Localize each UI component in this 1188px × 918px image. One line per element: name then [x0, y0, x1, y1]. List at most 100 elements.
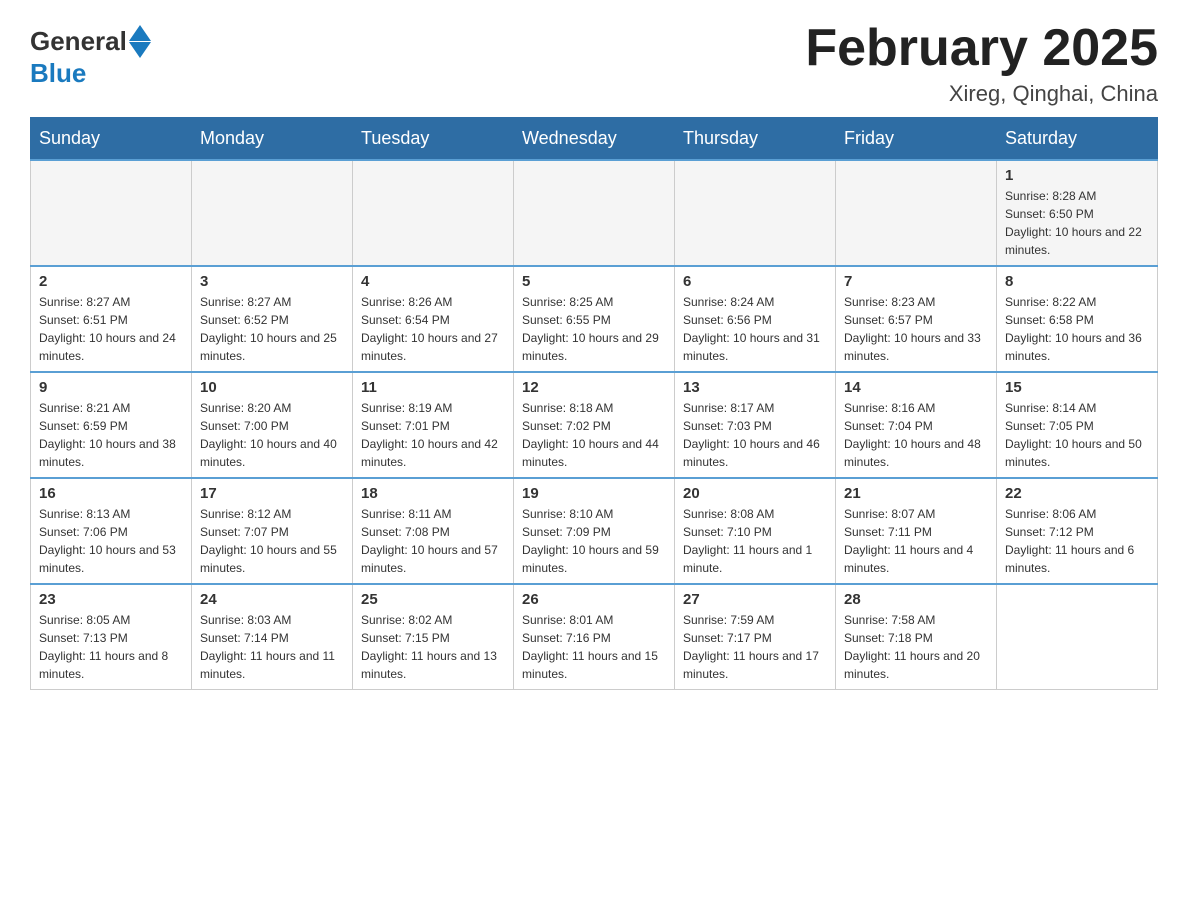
- calendar-cell: [514, 160, 675, 266]
- day-number: 25: [361, 591, 505, 608]
- calendar-cell: 23 Sunrise: 8:05 AMSunset: 7:13 PMDayligh…: [31, 584, 192, 690]
- day-info: Sunrise: 8:03 AMSunset: 7:14 PMDaylight:…: [200, 611, 344, 683]
- day-number: 1: [1005, 167, 1149, 184]
- day-number: 7: [844, 273, 988, 290]
- weekday-header-friday: Friday: [836, 118, 997, 161]
- calendar-cell: 14 Sunrise: 8:16 AMSunset: 7:04 PMDayligh…: [836, 372, 997, 478]
- calendar-cell: [836, 160, 997, 266]
- calendar-cell: [31, 160, 192, 266]
- day-number: 5: [522, 273, 666, 290]
- logo-general-text: General: [30, 26, 127, 57]
- day-info: Sunrise: 7:58 AMSunset: 7:18 PMDaylight:…: [844, 611, 988, 683]
- calendar-cell: 22Sunrise: 8:06 AMSunset: 7:12 PMDayligh…: [997, 478, 1158, 584]
- calendar-cell: 4 Sunrise: 8:26 AMSunset: 6:54 PMDaylight…: [353, 266, 514, 372]
- day-number: 11: [361, 379, 505, 396]
- calendar-cell: [353, 160, 514, 266]
- calendar-cell: 2 Sunrise: 8:27 AMSunset: 6:51 PMDaylight…: [31, 266, 192, 372]
- logo-blue-text: Blue: [30, 58, 86, 88]
- calendar-cell: [192, 160, 353, 266]
- calendar-cell: 9Sunrise: 8:21 AMSunset: 6:59 PMDaylight…: [31, 372, 192, 478]
- day-info: Sunrise: 8:25 AMSunset: 6:55 PMDaylight:…: [522, 293, 666, 365]
- day-number: 22: [1005, 485, 1149, 502]
- weekday-header-row: SundayMondayTuesdayWednesdayThursdayFrid…: [31, 118, 1158, 161]
- day-number: 19: [522, 485, 666, 502]
- weekday-header-thursday: Thursday: [675, 118, 836, 161]
- calendar-cell: 3 Sunrise: 8:27 AMSunset: 6:52 PMDaylight…: [192, 266, 353, 372]
- calendar-cell: 27Sunrise: 7:59 AMSunset: 7:17 PMDayligh…: [675, 584, 836, 690]
- day-info: Sunrise: 8:01 AMSunset: 7:16 PMDaylight:…: [522, 611, 666, 683]
- calendar-cell: 15 Sunrise: 8:14 AMSunset: 7:05 PMDayligh…: [997, 372, 1158, 478]
- calendar-cell: 26Sunrise: 8:01 AMSunset: 7:16 PMDayligh…: [514, 584, 675, 690]
- calendar-cell: 12Sunrise: 8:18 AMSunset: 7:02 PMDayligh…: [514, 372, 675, 478]
- calendar-cell: 7 Sunrise: 8:23 AMSunset: 6:57 PMDaylight…: [836, 266, 997, 372]
- day-number: 6: [683, 273, 827, 290]
- day-info: Sunrise: 8:10 AMSunset: 7:09 PMDaylight:…: [522, 505, 666, 577]
- day-number: 2: [39, 273, 183, 290]
- calendar-cell: [675, 160, 836, 266]
- day-number: 4: [361, 273, 505, 290]
- day-info: Sunrise: 8:17 AMSunset: 7:03 PMDaylight:…: [683, 399, 827, 471]
- title-section: February 2025 Xireg, Qinghai, China: [805, 20, 1158, 107]
- week-row-5: 23 Sunrise: 8:05 AMSunset: 7:13 PMDayligh…: [31, 584, 1158, 690]
- calendar-cell: 18 Sunrise: 8:11 AMSunset: 7:08 PMDayligh…: [353, 478, 514, 584]
- day-info: Sunrise: 8:28 AMSunset: 6:50 PMDaylight:…: [1005, 187, 1149, 259]
- calendar-cell: 24 Sunrise: 8:03 AMSunset: 7:14 PMDayligh…: [192, 584, 353, 690]
- day-number: 24: [200, 591, 344, 608]
- day-number: 27: [683, 591, 827, 608]
- day-number: 3: [200, 273, 344, 290]
- weekday-header-saturday: Saturday: [997, 118, 1158, 161]
- calendar-cell: 6 Sunrise: 8:24 AMSunset: 6:56 PMDaylight…: [675, 266, 836, 372]
- day-info: Sunrise: 8:24 AMSunset: 6:56 PMDaylight:…: [683, 293, 827, 365]
- weekday-header-tuesday: Tuesday: [353, 118, 514, 161]
- calendar-cell: 19 Sunrise: 8:10 AMSunset: 7:09 PMDayligh…: [514, 478, 675, 584]
- day-info: Sunrise: 8:23 AMSunset: 6:57 PMDaylight:…: [844, 293, 988, 365]
- calendar-cell: 13 Sunrise: 8:17 AMSunset: 7:03 PMDayligh…: [675, 372, 836, 478]
- week-row-1: 1 Sunrise: 8:28 AMSunset: 6:50 PMDaylight…: [31, 160, 1158, 266]
- day-info: Sunrise: 8:21 AMSunset: 6:59 PMDaylight:…: [39, 399, 183, 471]
- day-info: Sunrise: 8:27 AMSunset: 6:51 PMDaylight:…: [39, 293, 183, 365]
- day-info: Sunrise: 8:12 AMSunset: 7:07 PMDaylight:…: [200, 505, 344, 577]
- calendar-table: SundayMondayTuesdayWednesdayThursdayFrid…: [30, 117, 1158, 690]
- day-info: Sunrise: 8:13 AMSunset: 7:06 PMDaylight:…: [39, 505, 183, 577]
- weekday-header-monday: Monday: [192, 118, 353, 161]
- page-header: General Blue February 2025 Xireg, Qingha…: [30, 20, 1158, 107]
- day-number: 17: [200, 485, 344, 502]
- calendar-cell: 20 Sunrise: 8:08 AMSunset: 7:10 PMDayligh…: [675, 478, 836, 584]
- day-number: 14: [844, 379, 988, 396]
- calendar-cell: 10 Sunrise: 8:20 AMSunset: 7:00 PMDayligh…: [192, 372, 353, 478]
- day-info: Sunrise: 8:05 AMSunset: 7:13 PMDaylight:…: [39, 611, 183, 683]
- logo: General Blue: [30, 20, 151, 89]
- day-number: 18: [361, 485, 505, 502]
- day-info: Sunrise: 8:02 AMSunset: 7:15 PMDaylight:…: [361, 611, 505, 683]
- day-info: Sunrise: 8:20 AMSunset: 7:00 PMDaylight:…: [200, 399, 344, 471]
- calendar-cell: 8Sunrise: 8:22 AMSunset: 6:58 PMDaylight…: [997, 266, 1158, 372]
- calendar-cell: 11 Sunrise: 8:19 AMSunset: 7:01 PMDayligh…: [353, 372, 514, 478]
- day-info: Sunrise: 8:11 AMSunset: 7:08 PMDaylight:…: [361, 505, 505, 577]
- day-number: 21: [844, 485, 988, 502]
- calendar-cell: 25 Sunrise: 8:02 AMSunset: 7:15 PMDayligh…: [353, 584, 514, 690]
- day-number: 12: [522, 379, 666, 396]
- day-info: Sunrise: 8:16 AMSunset: 7:04 PMDaylight:…: [844, 399, 988, 471]
- day-info: Sunrise: 8:07 AMSunset: 7:11 PMDaylight:…: [844, 505, 988, 577]
- calendar-cell: 1 Sunrise: 8:28 AMSunset: 6:50 PMDaylight…: [997, 160, 1158, 266]
- day-info: Sunrise: 8:19 AMSunset: 7:01 PMDaylight:…: [361, 399, 505, 471]
- week-row-4: 16 Sunrise: 8:13 AMSunset: 7:06 PMDayligh…: [31, 478, 1158, 584]
- day-number: 15: [1005, 379, 1149, 396]
- calendar-subtitle: Xireg, Qinghai, China: [805, 81, 1158, 107]
- calendar-cell: 17 Sunrise: 8:12 AMSunset: 7:07 PMDayligh…: [192, 478, 353, 584]
- day-number: 13: [683, 379, 827, 396]
- day-info: Sunrise: 8:14 AMSunset: 7:05 PMDaylight:…: [1005, 399, 1149, 471]
- day-info: Sunrise: 8:27 AMSunset: 6:52 PMDaylight:…: [200, 293, 344, 365]
- calendar-cell: 28 Sunrise: 7:58 AMSunset: 7:18 PMDayligh…: [836, 584, 997, 690]
- day-info: Sunrise: 8:08 AMSunset: 7:10 PMDaylight:…: [683, 505, 827, 577]
- week-row-3: 9Sunrise: 8:21 AMSunset: 6:59 PMDaylight…: [31, 372, 1158, 478]
- day-number: 23: [39, 591, 183, 608]
- day-number: 10: [200, 379, 344, 396]
- weekday-header-wednesday: Wednesday: [514, 118, 675, 161]
- day-number: 20: [683, 485, 827, 502]
- day-number: 16: [39, 485, 183, 502]
- calendar-cell: 5 Sunrise: 8:25 AMSunset: 6:55 PMDaylight…: [514, 266, 675, 372]
- day-info: Sunrise: 8:26 AMSunset: 6:54 PMDaylight:…: [361, 293, 505, 365]
- day-number: 28: [844, 591, 988, 608]
- calendar-title: February 2025: [805, 20, 1158, 77]
